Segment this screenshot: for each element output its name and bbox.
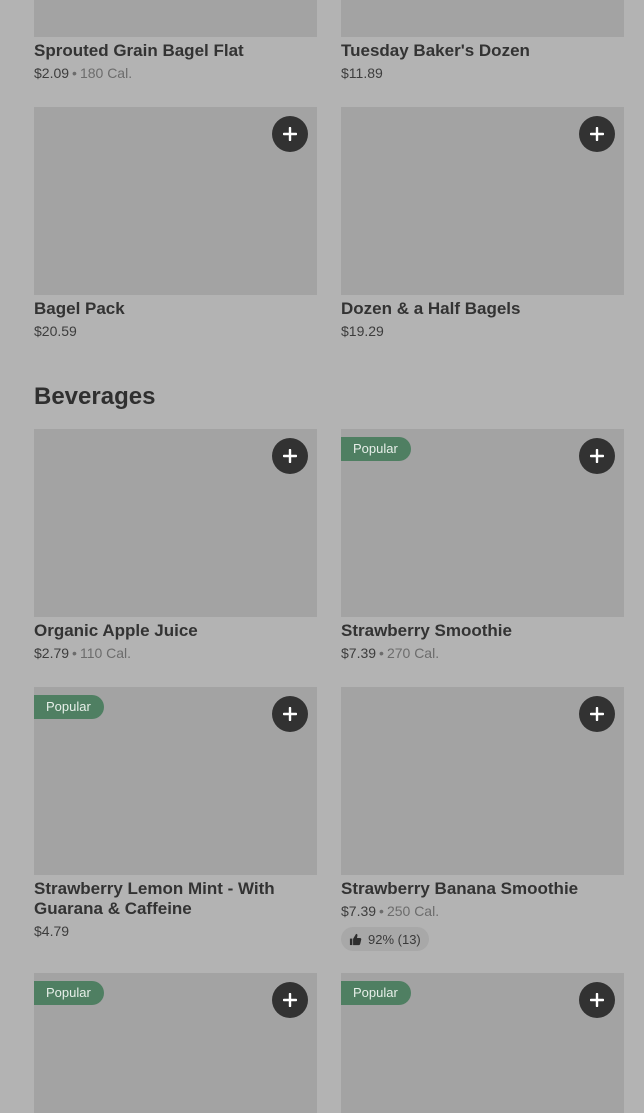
plus-icon: [590, 449, 604, 463]
item-meta: $19.29: [341, 322, 624, 340]
plus-icon: [590, 127, 604, 141]
item-calories: 250 Cal.: [386, 903, 440, 919]
rating-pill: 92% (13): [341, 927, 429, 951]
meta-separator: •: [72, 65, 77, 81]
item-price: $7.39: [341, 645, 377, 661]
item-price: $2.09: [34, 65, 70, 81]
item-meta: $2.79 • 110 Cal.: [34, 644, 317, 662]
plus-icon: [283, 127, 297, 141]
item-meta: $7.39 • 250 Cal.: [341, 902, 624, 920]
menu-item-card[interactable]: Strawberry Banana Smoothie $7.39 • 250 Cal…: [341, 687, 624, 951]
plus-icon: [283, 707, 297, 721]
item-name: Strawberry Banana Smoothie: [341, 879, 579, 898]
item-image[interactable]: [34, 429, 317, 617]
menu-item-card[interactable]: Bagel Pack $20.59: [34, 107, 317, 340]
plus-icon: [283, 449, 297, 463]
item-name: Sprouted Grain Bagel Flat: [34, 41, 244, 60]
item-calories: 110 Cal.: [79, 645, 132, 661]
plus-icon: [590, 707, 604, 721]
item-price: $11.89: [341, 65, 383, 81]
add-to-cart-button[interactable]: [272, 982, 308, 1018]
item-calories: 180 Cal.: [79, 65, 133, 81]
item-meta: $7.39 • 270 Cal.: [341, 644, 624, 662]
item-name: Strawberry Smoothie: [341, 621, 512, 640]
item-price: $4.79: [34, 923, 70, 939]
add-to-cart-button[interactable]: [579, 438, 615, 474]
popular-badge: Popular: [34, 695, 104, 719]
menu-item-card[interactable]: Organic Apple Juice $2.79 • 110 Cal.: [34, 429, 317, 662]
meta-separator: •: [379, 903, 384, 919]
item-price: $20.59: [34, 323, 77, 339]
thumbs-up-icon: [349, 933, 362, 945]
item-image[interactable]: Popular: [34, 687, 317, 875]
item-name: Strawberry Lemon Mint - With Guarana & C…: [34, 879, 275, 918]
add-to-cart-button[interactable]: [272, 116, 308, 152]
menu-item-card[interactable]: Tuesday Baker's Dozen $11.89: [341, 0, 624, 82]
plus-icon: [283, 993, 297, 1007]
section-title-beverages: Beverages: [34, 383, 156, 410]
menu-item-card[interactable]: Dozen & a Half Bagels $19.29: [341, 107, 624, 340]
item-meta: $4.79: [34, 922, 317, 940]
add-to-cart-button[interactable]: [579, 116, 615, 152]
plus-icon: [590, 993, 604, 1007]
menu-item-card[interactable]: Popular: [34, 973, 317, 1113]
meta-separator: •: [72, 645, 77, 661]
item-name: Tuesday Baker's Dozen: [341, 41, 530, 60]
rating-text: 92% (13): [368, 931, 421, 947]
item-price: $7.39: [341, 903, 377, 919]
popular-badge: Popular: [341, 981, 411, 1005]
menu-item-card[interactable]: Sprouted Grain Bagel Flat $2.09 • 180 Cal.: [34, 0, 317, 82]
item-image[interactable]: Popular: [34, 973, 317, 1113]
item-calories: 270 Cal.: [386, 645, 440, 661]
item-name: Organic Apple Juice: [34, 621, 198, 640]
item-meta: $2.09 • 180 Cal.: [34, 64, 317, 82]
item-image[interactable]: [341, 687, 624, 875]
popular-badge: Popular: [341, 437, 411, 461]
menu-item-card[interactable]: Popular Strawberry Lemon Mint - With Gua…: [34, 687, 317, 940]
item-price: $2.79: [34, 645, 70, 661]
item-meta: $20.59: [34, 322, 317, 340]
item-image[interactable]: Popular: [341, 429, 624, 617]
add-to-cart-button[interactable]: [579, 696, 615, 732]
item-meta: $11.89: [341, 64, 624, 82]
add-to-cart-button[interactable]: [272, 438, 308, 474]
item-image[interactable]: Popular: [341, 973, 624, 1113]
menu-item-card[interactable]: Popular Strawberry Smoothie $7.39 • 270 Ca…: [341, 429, 624, 662]
menu-item-card[interactable]: Popular: [341, 973, 624, 1113]
item-image[interactable]: [34, 0, 317, 37]
item-image[interactable]: [341, 107, 624, 295]
add-to-cart-button[interactable]: [272, 696, 308, 732]
item-name: Dozen & a Half Bagels: [341, 299, 521, 318]
menu-page: Sprouted Grain Bagel Flat $2.09 • 180 Cal.…: [0, 0, 644, 1113]
meta-separator: •: [379, 645, 384, 661]
item-image[interactable]: [341, 0, 624, 37]
item-name: Bagel Pack: [34, 299, 125, 318]
add-to-cart-button[interactable]: [579, 982, 615, 1018]
item-price: $19.29: [341, 323, 384, 339]
item-image[interactable]: [34, 107, 317, 295]
popular-badge: Popular: [34, 981, 104, 1005]
